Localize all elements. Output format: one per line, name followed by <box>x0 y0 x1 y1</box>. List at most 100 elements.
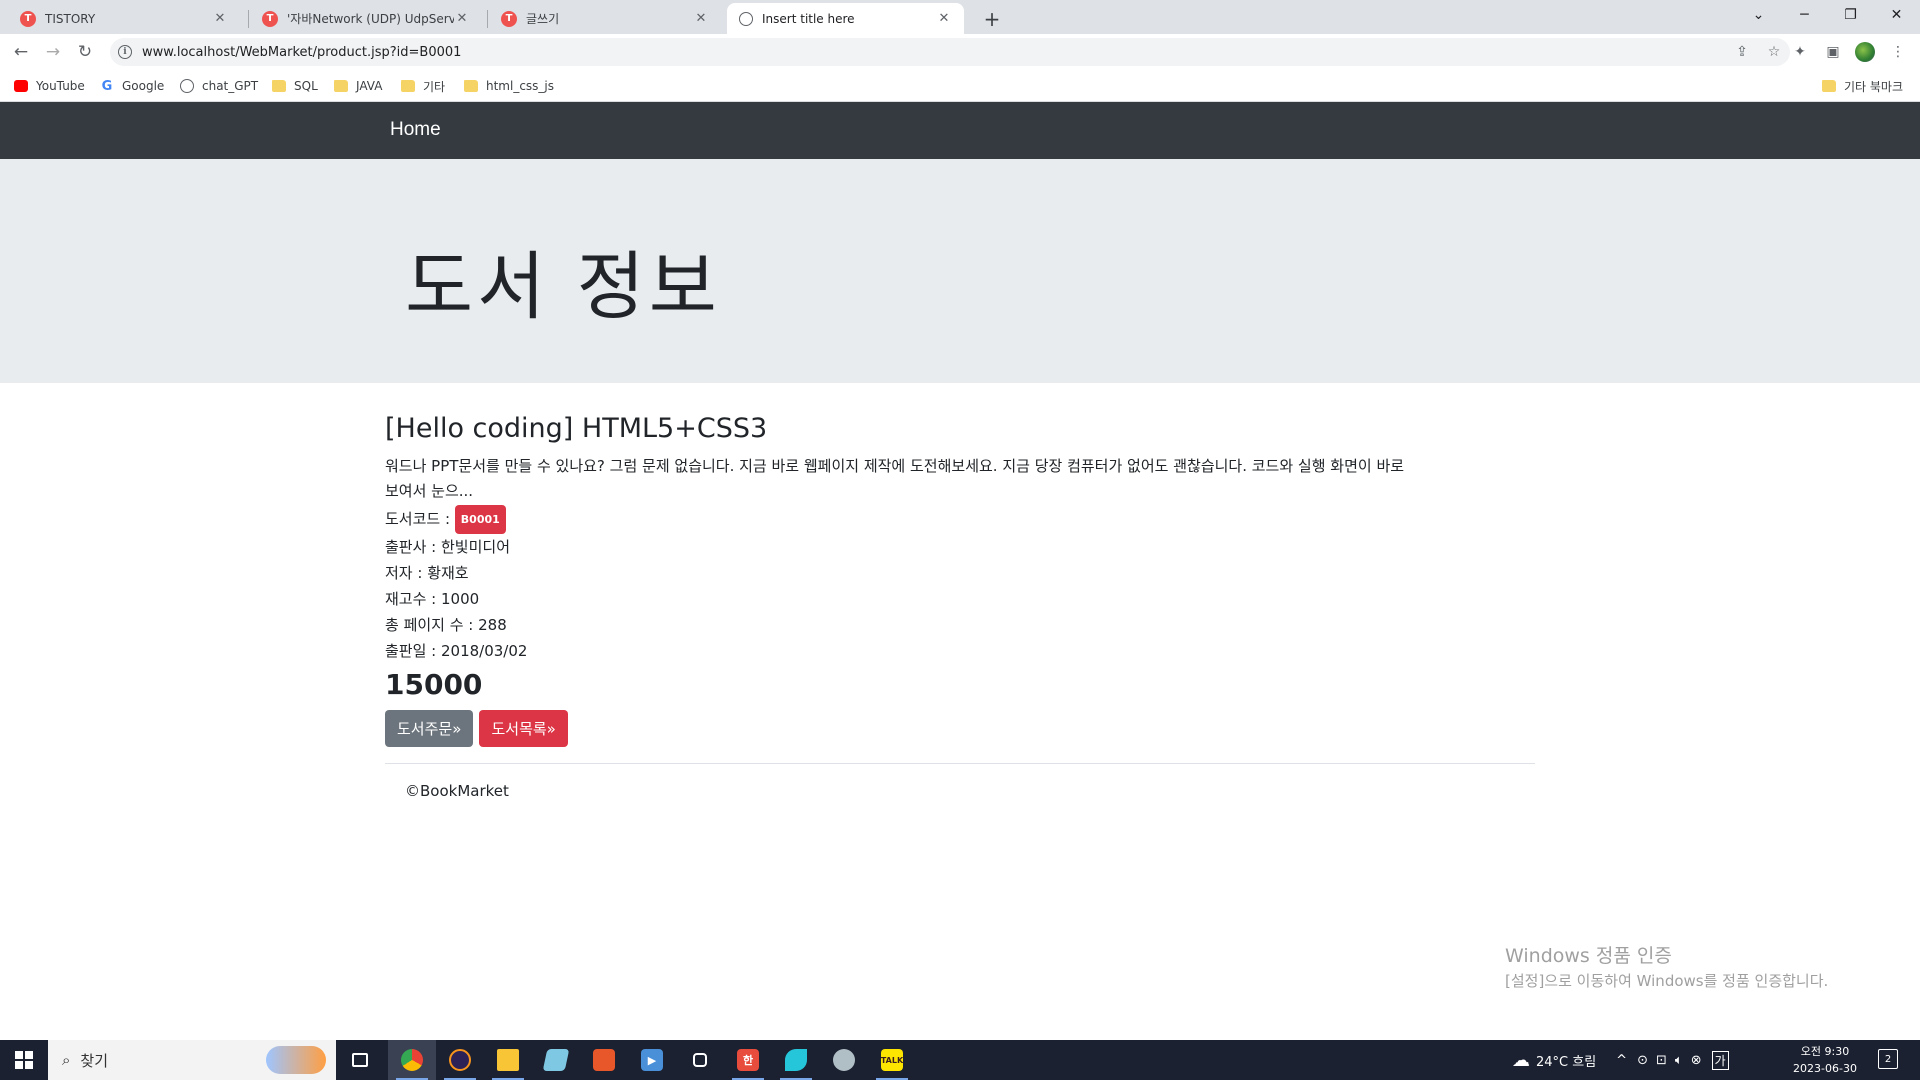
bookmark-folder-other[interactable]: 기타 북마크 <box>1822 76 1903 96</box>
bookmark-folder-etc[interactable]: 기타 <box>401 76 445 96</box>
taskbar-eclipse[interactable] <box>436 1040 484 1080</box>
cloud-icon: ☁ <box>1512 1049 1530 1071</box>
bookmark-google[interactable]: G Google <box>100 76 165 96</box>
task-view-button[interactable] <box>336 1040 384 1080</box>
close-icon[interactable]: ✕ <box>454 11 470 26</box>
reload-button[interactable]: ↻ <box>72 39 98 65</box>
price: 15000 <box>385 668 483 701</box>
notification-count: 2 <box>1884 1053 1892 1065</box>
tab-insert-title[interactable]: Insert title here ✕ <box>727 3 964 34</box>
system-tray: ☁ 24°C 흐림 ^ ⊙ ⊡ 🔈︎ ⊗ 가 <box>1512 1040 1729 1080</box>
publisher: 출판사 : 한빛미디어 <box>385 538 510 556</box>
bookmark-label: SQL <box>294 79 318 93</box>
window-close-button[interactable]: ✕ <box>1874 0 1919 30</box>
tab-title: 글쓰기 <box>526 12 560 26</box>
notification-center-button[interactable]: 2 <box>1878 1049 1898 1069</box>
bookmark-folder-sql[interactable]: SQL <box>272 76 318 96</box>
clock-time: 오전 9:30 <box>1800 1045 1850 1058</box>
info-icon[interactable]: i <box>118 45 132 59</box>
button-row: 도서주문» 도서목록» <box>385 710 1535 747</box>
taskbar-paint-app[interactable] <box>820 1040 868 1080</box>
taskbar-search[interactable]: ⌕ 찾기 <box>48 1040 336 1080</box>
windows-activation-watermark: Windows 정품 인증 [설정]으로 이동하여 Windows를 정품 인증… <box>1505 941 1828 991</box>
page-title: 도서 정보 <box>405 244 721 330</box>
address-bar[interactable]: i www.localhost/WebMarket/product.jsp?id… <box>110 38 1790 66</box>
chevron-up-icon[interactable]: ^ <box>1616 1053 1627 1068</box>
ime-indicator[interactable]: 가 <box>1711 1050 1729 1070</box>
tab-title: Insert title here <box>762 11 855 26</box>
task-view-icon <box>352 1053 368 1067</box>
bookmark-label: 기타 <box>423 79 446 94</box>
clock[interactable]: 오전 9:30 2023-06-30 <box>1780 1043 1870 1077</box>
youtube-icon <box>14 80 28 92</box>
stock: 재고수 : 1000 <box>385 590 480 608</box>
bookmark-label: chat_GPT <box>202 79 259 93</box>
author: 저자 : 황재호 <box>385 564 469 582</box>
taskbar-file-explorer[interactable] <box>484 1040 532 1080</box>
taskbar-chrome[interactable] <box>388 1040 436 1080</box>
product-name: [Hello coding] HTML5+CSS3 <box>385 413 768 444</box>
nav-home-link[interactable]: Home <box>390 119 441 141</box>
eclipse-icon <box>449 1049 471 1071</box>
tab-title: TISTORY <box>45 11 96 26</box>
minimize-button[interactable]: ─ <box>1782 0 1827 30</box>
bookmark-folder-html-css-js[interactable]: html_css_js <box>464 76 554 96</box>
bookmarks-bar: YouTube G Google chat_GPT SQL JAVA 기타 ht… <box>0 70 1920 102</box>
search-highlight-icon <box>266 1046 326 1074</box>
tab-tistory[interactable]: T TISTORY ✕ <box>8 3 240 34</box>
web-page: Home 도서 정보 [Hello coding] HTML5+CSS3 워드나… <box>0 102 1920 1040</box>
tistory-icon: T <box>20 10 36 27</box>
footer-copyright: ©BookMarket <box>405 782 509 800</box>
taskbar-bird-app[interactable] <box>772 1040 820 1080</box>
new-tab-button[interactable]: + <box>978 5 1006 33</box>
volume-icon[interactable]: 🔈︎ <box>1675 1053 1683 1068</box>
share-icon[interactable]: ⇪ <box>1726 44 1758 60</box>
google-icon: G <box>101 78 113 94</box>
forward-button[interactable]: → <box>40 39 66 65</box>
bookmark-youtube[interactable]: YouTube <box>14 76 85 96</box>
bookmark-chatgpt[interactable]: chat_GPT <box>180 76 258 96</box>
close-icon[interactable]: ✕ <box>693 11 709 26</box>
jumbotron: 도서 정보 <box>0 159 1920 383</box>
taskbar-app-orange[interactable] <box>580 1040 628 1080</box>
taskbar-media-player[interactable]: ▶ <box>628 1040 676 1080</box>
tab-udp-server[interactable]: T '자바Network (UDP) UdpServer' ✕ <box>250 3 482 34</box>
close-icon[interactable]: ✕ <box>212 11 228 26</box>
network-icon <box>693 1053 707 1067</box>
clock-date: 2023-06-30 <box>1793 1062 1857 1075</box>
network-icon[interactable]: ⊡ <box>1656 1053 1667 1068</box>
tab-search-icon[interactable]: ⌄ <box>1736 0 1781 30</box>
order-button[interactable]: 도서주문» <box>385 710 474 747</box>
bookmark-folder-java[interactable]: JAVA <box>334 76 382 96</box>
bookmark-label: 기타 북마크 <box>1844 79 1904 94</box>
url-text[interactable]: www.localhost/WebMarket/product.jsp?id=B… <box>142 45 1726 60</box>
tab-separator <box>487 10 488 28</box>
menu-icon[interactable]: ⋮ <box>1888 42 1908 62</box>
side-panel-icon[interactable]: ▣ <box>1823 42 1843 62</box>
taskbar-hwp[interactable]: 한 <box>724 1040 772 1080</box>
restore-button[interactable]: ❐ <box>1828 0 1873 30</box>
folder-icon <box>401 80 415 92</box>
vpn-icon[interactable]: ⊗ <box>1691 1053 1702 1068</box>
sync-icon[interactable]: ⊙ <box>1637 1053 1648 1068</box>
browser-toolbar: ← → ↻ i www.localhost/WebMarket/product.… <box>0 34 1920 70</box>
bookmark-label: Google <box>122 79 165 93</box>
kakaotalk-icon: TALK <box>881 1049 903 1071</box>
start-button[interactable] <box>0 1040 48 1080</box>
bookmark-star-icon[interactable]: ☆ <box>1758 44 1790 60</box>
watermark-subtitle: [설정]으로 이동하여 Windows를 정품 인증합니다. <box>1505 972 1829 990</box>
tistory-icon: T <box>262 10 278 27</box>
weather-text[interactable]: 24°C 흐림 <box>1536 1051 1596 1070</box>
taskbar-notepad[interactable] <box>532 1040 580 1080</box>
tab-title: '자바Network (UDP) UdpServer' <box>287 12 454 26</box>
back-button[interactable]: ← <box>8 39 34 65</box>
taskbar-network-app[interactable] <box>676 1040 724 1080</box>
tab-write[interactable]: T 글쓰기 ✕ <box>489 3 721 34</box>
search-icon: ⌕ <box>62 1051 71 1069</box>
product-list-button[interactable]: 도서목록» <box>479 710 568 747</box>
close-icon[interactable]: ✕ <box>936 11 952 26</box>
taskbar-kakaotalk[interactable]: TALK <box>868 1040 916 1080</box>
extensions-icon[interactable]: ✦ <box>1790 42 1810 62</box>
profile-avatar[interactable] <box>1855 42 1875 62</box>
folder-icon <box>334 80 348 92</box>
